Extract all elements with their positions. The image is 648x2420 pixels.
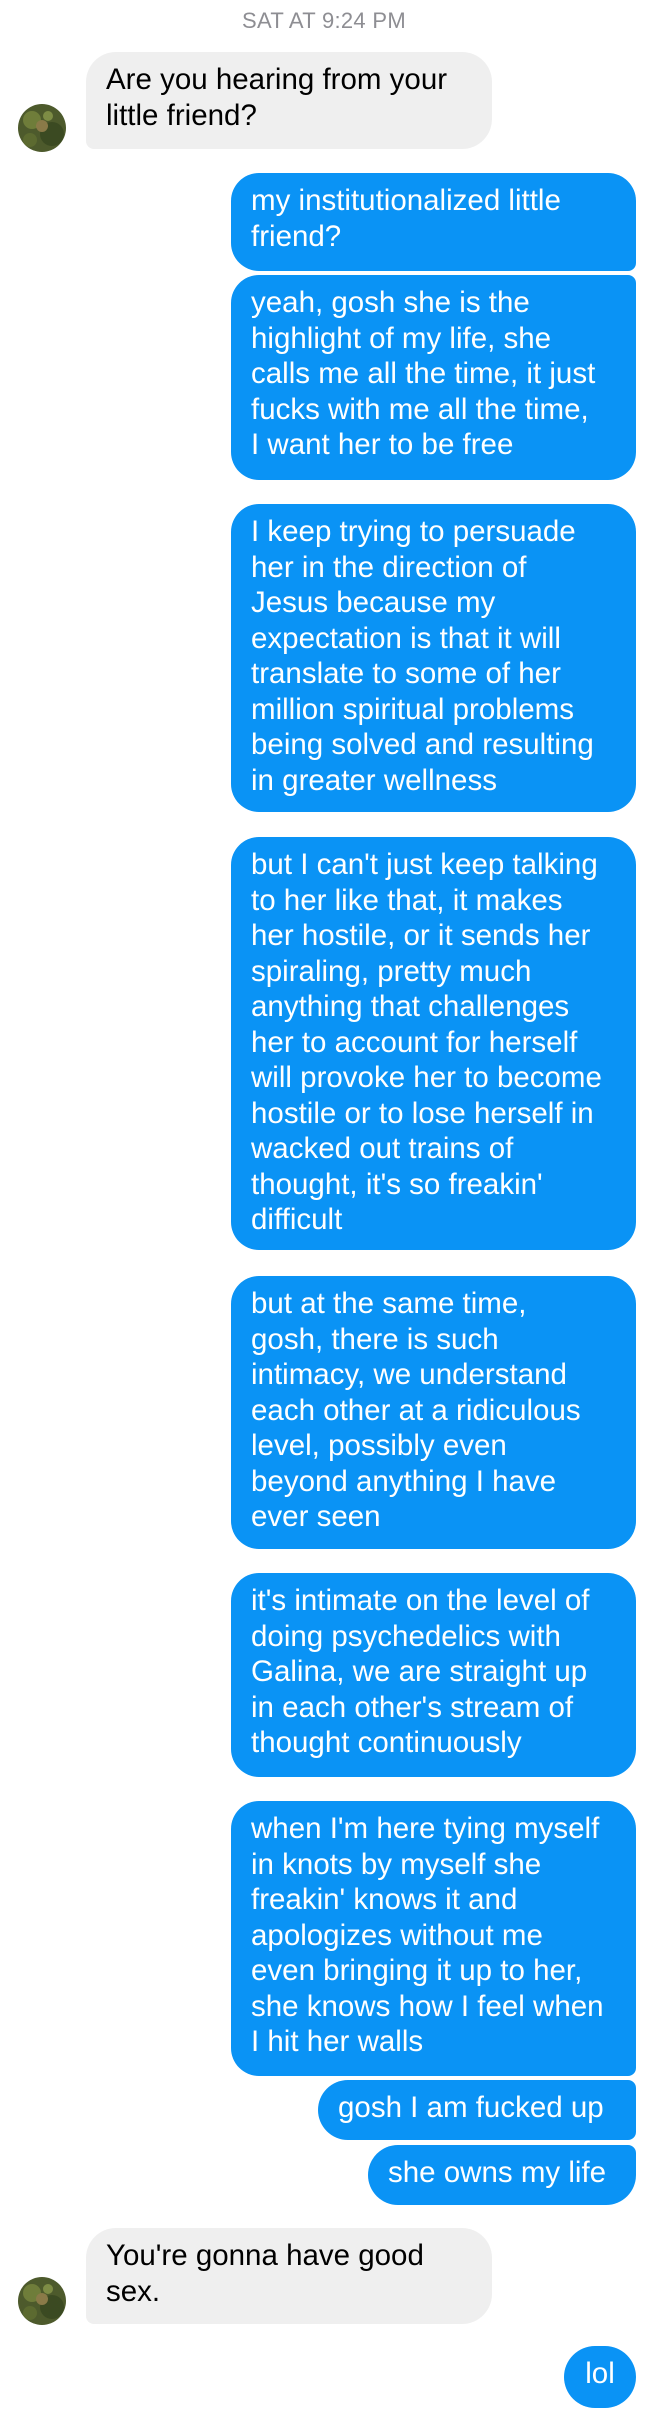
outgoing-message-bubble[interactable]: but at the same time, gosh, there is suc… [231,1276,636,1549]
outgoing-message-bubble[interactable]: my institutionalized little friend? [231,173,636,271]
timestamp-label: SAT AT 9:24 PM [242,8,406,33]
outgoing-message-bubble[interactable]: gosh I am fucked up [318,2080,636,2140]
outgoing-message-bubble[interactable]: she owns my life [368,2145,636,2205]
contact-avatar-icon[interactable] [18,104,66,152]
incoming-message-bubble[interactable]: You're gonna have good sex. [86,2228,492,2324]
outgoing-message-bubble[interactable]: it's intimate on the level of doing psyc… [231,1573,636,1777]
outgoing-message-bubble[interactable]: I keep trying to persuade her in the dir… [231,504,636,812]
outgoing-message-bubble[interactable]: yeah, gosh she is the highlight of my li… [231,275,636,480]
incoming-message-bubble[interactable]: Are you hearing from your little friend? [86,52,492,149]
outgoing-message-bubble[interactable]: lol [564,2346,636,2408]
contact-avatar-icon[interactable] [18,2277,66,2325]
outgoing-message-bubble[interactable]: when I'm here tying myself in knots by m… [231,1801,636,2076]
outgoing-message-bubble[interactable]: but I can't just keep talking to her lik… [231,837,636,1250]
